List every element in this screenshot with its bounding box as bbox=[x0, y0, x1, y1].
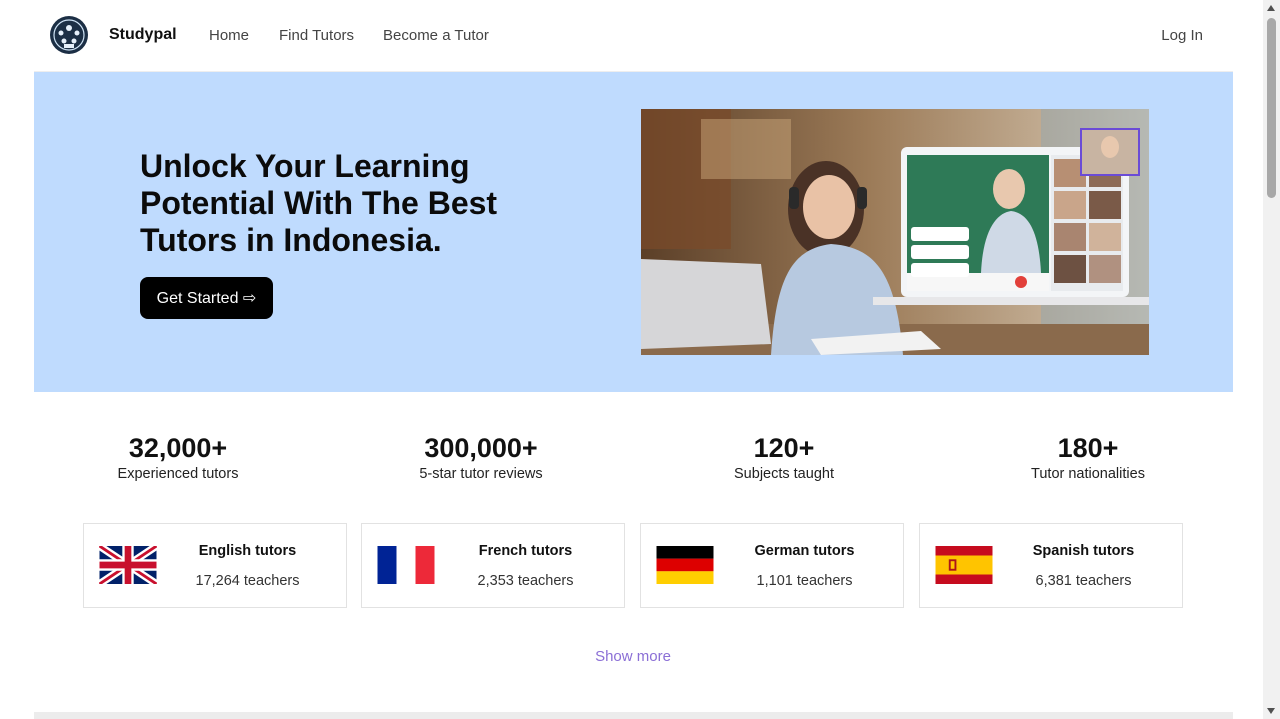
hero-title: Unlock Your Learning Potential With The … bbox=[140, 148, 560, 259]
get-started-button[interactable]: Get Started ⇨ bbox=[140, 277, 273, 319]
navbar: Studypal Home Find Tutors Become a Tutor… bbox=[34, 0, 1233, 72]
germany-flag-icon bbox=[656, 546, 714, 584]
nav-link-find-tutors[interactable]: Find Tutors bbox=[279, 27, 354, 44]
show-more-link[interactable]: Show more bbox=[554, 648, 712, 665]
hero-title-line: Potential With The Best bbox=[140, 185, 498, 221]
language-card-english[interactable]: English tutors 17,264 teachers bbox=[83, 523, 347, 608]
stat-label: Experienced tutors bbox=[117, 466, 239, 482]
stat-label: 5-star tutor reviews bbox=[419, 466, 543, 482]
language-card-french[interactable]: French tutors 2,353 teachers bbox=[361, 523, 625, 608]
stat-nationalities: 180+ Tutor nationalities bbox=[988, 432, 1188, 482]
card-title: Spanish tutors bbox=[1032, 543, 1135, 559]
hero-title-line: Unlock Your Learning bbox=[140, 148, 470, 184]
scroll-up-arrow-icon[interactable] bbox=[1267, 5, 1275, 11]
hero-image bbox=[641, 109, 1149, 355]
next-section-edge bbox=[34, 712, 1233, 719]
stat-label: Subjects taught bbox=[734, 466, 834, 482]
stat-tutor-reviews: 300,000+ 5-star tutor reviews bbox=[381, 432, 581, 482]
language-card-german[interactable]: German tutors 1,101 teachers bbox=[640, 523, 904, 608]
hero-title-line: Tutors in Indonesia. bbox=[140, 222, 442, 258]
card-title: English tutors bbox=[198, 543, 297, 559]
nav-link-home[interactable]: Home bbox=[209, 27, 249, 44]
uk-flag-icon bbox=[99, 546, 157, 584]
stat-experienced-tutors: 32,000+ Experienced tutors bbox=[78, 432, 278, 482]
scrollbar[interactable] bbox=[1263, 0, 1280, 719]
stat-label: Tutor nationalities bbox=[1031, 466, 1145, 482]
stat-value: 300,000+ bbox=[424, 433, 538, 463]
logo-icon[interactable] bbox=[50, 16, 88, 54]
hero-section: Unlock Your Learning Potential With The … bbox=[34, 72, 1233, 392]
nav-link-become-tutor[interactable]: Become a Tutor bbox=[383, 27, 489, 44]
card-title: German tutors bbox=[754, 543, 855, 559]
stat-value: 180+ bbox=[1057, 433, 1119, 463]
card-count: 2,353 teachers bbox=[477, 573, 574, 589]
card-count: 1,101 teachers bbox=[756, 573, 853, 589]
card-count: 6,381 teachers bbox=[1035, 573, 1132, 589]
card-title: French tutors bbox=[478, 543, 573, 559]
brand-name[interactable]: Studypal bbox=[109, 26, 177, 44]
stat-subjects: 120+ Subjects taught bbox=[684, 432, 884, 482]
stat-value: 32,000+ bbox=[128, 433, 228, 463]
login-link[interactable]: Log In bbox=[1161, 27, 1203, 44]
scrollbar-thumb[interactable] bbox=[1267, 18, 1276, 198]
language-card-spanish[interactable]: Spanish tutors 6,381 teachers bbox=[919, 523, 1183, 608]
stat-value: 120+ bbox=[753, 433, 815, 463]
card-count: 17,264 teachers bbox=[195, 573, 300, 589]
france-flag-icon bbox=[377, 546, 435, 584]
spain-flag-icon bbox=[935, 546, 993, 584]
page: Studypal Home Find Tutors Become a Tutor… bbox=[34, 0, 1233, 719]
scroll-down-arrow-icon[interactable] bbox=[1267, 708, 1275, 714]
